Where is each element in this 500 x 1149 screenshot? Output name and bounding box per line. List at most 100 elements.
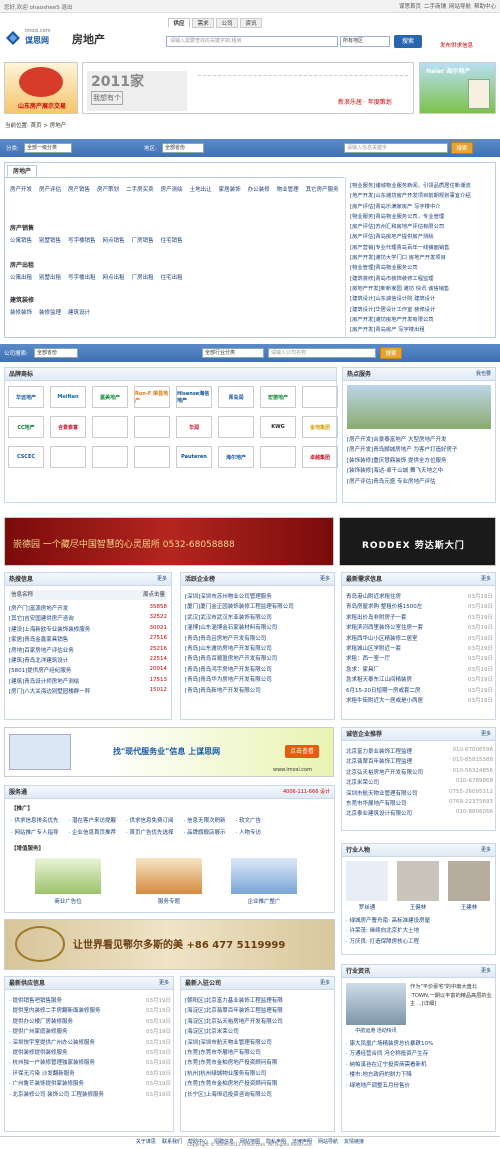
demand-item-text[interactable]: 求租城山区学附近一套 [346,646,401,652]
integrity-more[interactable]: 更多 [481,728,491,741]
banner-sina-jia[interactable]: 2011家 我想有个 新浪乐居 · 年度策划 [82,62,414,114]
latest-supply-item[interactable]: · 环保无污染 沙发翻新服务 03月19日 [9,1069,171,1079]
demand-item-text[interactable]: 急求租天泰东江山间精装房 [346,677,412,683]
brand-logo[interactable]: 嘉美地产 [92,386,128,408]
person-name[interactable]: 罗丝通 [346,903,388,911]
banner-shandong[interactable]: 山东房产展示交易 [4,62,78,114]
region-select[interactable]: 所有地区 [340,36,390,47]
demand-item[interactable]: 求租牛街附近大一居或是小两居 03月19日 [346,696,493,706]
integrity-item-text[interactable]: 北京富力景业装饰工程监理 [346,749,412,755]
brand-logo[interactable] [134,446,170,468]
brand-logo[interactable] [50,446,86,468]
active-company-item[interactable]: [青岛]青岛百顺盈房地产开发有限公司 [185,654,332,664]
industry-news-item[interactable]: · 万通经营合同 冯仑称投资产生存 [346,1049,493,1059]
tab-company[interactable]: 公司 [216,18,238,28]
hot-search-name[interactable]: [其它]吉安国建供房产咨询 [9,616,74,622]
cat-link[interactable]: 房产开发 [10,185,32,193]
demand-item[interactable]: 青岛港山附近求租住房 03月19日 [346,592,493,602]
hot-search-row[interactable]: [家居]青岛金鑫家具销售 27516 [9,635,167,645]
hot-search-row[interactable]: [建筑]青岛设计师房地产测绘 17513 [9,677,167,687]
demand-item-text[interactable]: 6月15-20日短期一房或套二房 [346,688,420,694]
service-item[interactable]: · 潜在客户来访提醒 [69,816,117,824]
person-name[interactable]: 王建林 [448,903,490,911]
cat-link[interactable]: 办公装修 [248,185,270,193]
active-company-more[interactable]: 更多 [320,573,330,586]
news-item[interactable]: [房产营销]专业代理青岛百年一线铺面销售 [350,243,495,253]
tab-supply[interactable]: 供应 [168,18,190,28]
latest-supply-item-text[interactable]: · 北京装修公司 装饰公司 工程装修服务 [9,1092,104,1098]
brand-logo[interactable] [218,416,254,438]
news-item[interactable]: [房产开发]潍坊大学门口 房地产开发项目 [350,253,495,263]
news-item[interactable]: [物业管理]青岛物业服务公司 [350,263,495,273]
hot-service-image[interactable] [347,385,491,429]
brand-logo[interactable]: Hisense海信地产 [176,386,212,408]
tab-news[interactable]: 资讯 [240,18,262,28]
cat-link[interactable]: 其它房产服务 [306,185,339,193]
hot-search-row[interactable]: [房地]百家房地产评估业务 25216 [9,646,167,656]
service-card-label[interactable]: 商业广告位 [35,897,101,905]
news-item[interactable]: [物业服务]诸城物业服务新闻，引领品质居住新潮流 [350,181,495,191]
new-company-item[interactable]: [朝阳区]北京富力基业装饰工程监理有限 [185,996,332,1006]
integrity-item-text[interactable]: 北京翡翠百年装饰工程监理 [346,759,412,765]
integrity-item-text[interactable]: 北京弘天裕房地产开发有限公司 [346,770,423,776]
new-company-item[interactable]: [深圳]深圳市航天物业管理有限公司 [185,1038,332,1048]
brand-logo[interactable]: 华远地产 [8,386,44,408]
hot-search-name[interactable]: [建设]上海新欧专业装饰装修服务 [9,627,90,633]
active-company-item[interactable]: [青岛]青岛华为房地产开发有限公司 [185,675,332,685]
service-item[interactable]: · 网站推广专人指导 [11,828,59,836]
hot-search-row[interactable]: [建设]上海新欧专业装饰装修服务 30021 [9,625,167,635]
news-item[interactable]: [房产评估]苏州汇和房地产评估有限公司 [350,222,495,232]
cat-link[interactable]: 住宅销售 [161,236,183,244]
cat-link[interactable]: 厂房销售 [132,236,154,244]
hot-service-item[interactable]: [房产开发]合景泰富地产 大型房地产开发 [347,435,493,445]
service-item[interactable]: · 软文广告 [236,816,262,824]
brand-logo[interactable]: 合景泰富 [50,416,86,438]
news-image-caption[interactable]: 中航运港 活动快讯 [346,1027,406,1034]
person-news-item[interactable]: · 万庆良: 打造保障房核心工程 [346,937,493,947]
demand-item-text[interactable]: 青岛港山附近求租住房 [346,594,401,600]
demand-item[interactable]: 求租滨河西里装饰公室住房一套 03月19日 [346,623,493,633]
new-company-item[interactable]: [东莞]东莞市华展地产有限公司 [185,1048,332,1058]
service-item[interactable]: · 企业信息首页推荐 [69,828,117,836]
active-company-item[interactable]: [淄博]山东淄博金石家装材料有限公司 [185,623,332,633]
search-button[interactable]: 搜索 [394,35,422,48]
news-item[interactable]: [房产开发]潍坊房地产开发有限公司 [350,315,495,325]
demand-item[interactable]: 求租西华山小区精装修二居室 03月19日 [346,634,493,644]
brand-logo[interactable] [302,386,338,408]
cat-heading-deco[interactable]: 建筑装修 [10,295,34,304]
demand-more[interactable]: 更多 [481,573,491,586]
person-photo[interactable] [448,861,490,901]
latest-supply-more[interactable]: 更多 [159,977,169,990]
active-company-item[interactable]: [青岛]青岛吕房地产开发有限公司 [185,634,332,644]
publish-link[interactable]: 发布供求信息 [440,41,473,49]
cat-link[interactable]: 写字楼出租 [68,273,96,281]
top-link-shop[interactable]: 二手商铺 [424,2,446,10]
service-card-label[interactable]: 企业推广整广 [231,897,297,905]
hot-search-row[interactable]: [其它]吉安国建供房产咨询 32522 [9,614,167,624]
cat-link[interactable]: 别墅销售 [39,236,61,244]
new-company-item[interactable]: [长宁区]上海恒远投资咨询有限公司 [185,1090,332,1100]
latest-supply-item-text[interactable]: · 提供装修提供装修服务 [9,1050,68,1056]
demand-item[interactable]: 急求：家具厂 03月19日 [346,665,493,675]
news-item[interactable]: [房地产开发]新新家园 潍坊 快讯 诚信销售 [350,284,495,294]
latest-supply-item[interactable]: · 深圳快宇室提供广州办公装修服务 03月19日 [9,1038,171,1048]
brand-logo[interactable]: 青岛润 [218,386,254,408]
hot-search-name[interactable]: [房门]八大关海边别墅园楼群一秤 [9,689,90,695]
keyword-input[interactable]: 请输入信息关键字 [344,143,448,153]
brand-logo[interactable]: CSCEC [8,446,44,468]
demand-item-text[interactable]: 求租出价岛非附房子一套 [346,615,407,621]
service-item[interactable]: · 人物专访 [236,828,262,836]
banner-service-button[interactable]: 点击查看 [285,745,319,758]
brand-logo[interactable]: 金地集团 [302,416,338,438]
demand-item-text[interactable]: 求租牛街附近大一居或是小两居 [346,698,423,704]
banner-ordos[interactable]: 让世界看见鄂尔多斯的美 +86 477 5119999 [4,919,335,970]
person-news-item[interactable]: · 绿城房产曹舟南: 高标准建设房屋 [346,916,493,926]
latest-supply-item-text[interactable]: · 提供室内装修二手房翻新面装修服务 [9,1008,101,1014]
new-company-item[interactable]: [海淀区]北京翡翠百年装饰工程监理有限 [185,1006,332,1016]
company-name-input[interactable]: 请输入公司名称 [268,348,376,358]
brand-logo[interactable] [92,446,128,468]
person-name[interactable]: 王健林 [397,903,439,911]
service-item[interactable]: · 品牌旗舰店展示 [184,828,226,836]
search-input[interactable]: 请输入需要查找的关键字如:租房 [166,36,338,47]
persons-more[interactable]: 更多 [481,844,491,857]
